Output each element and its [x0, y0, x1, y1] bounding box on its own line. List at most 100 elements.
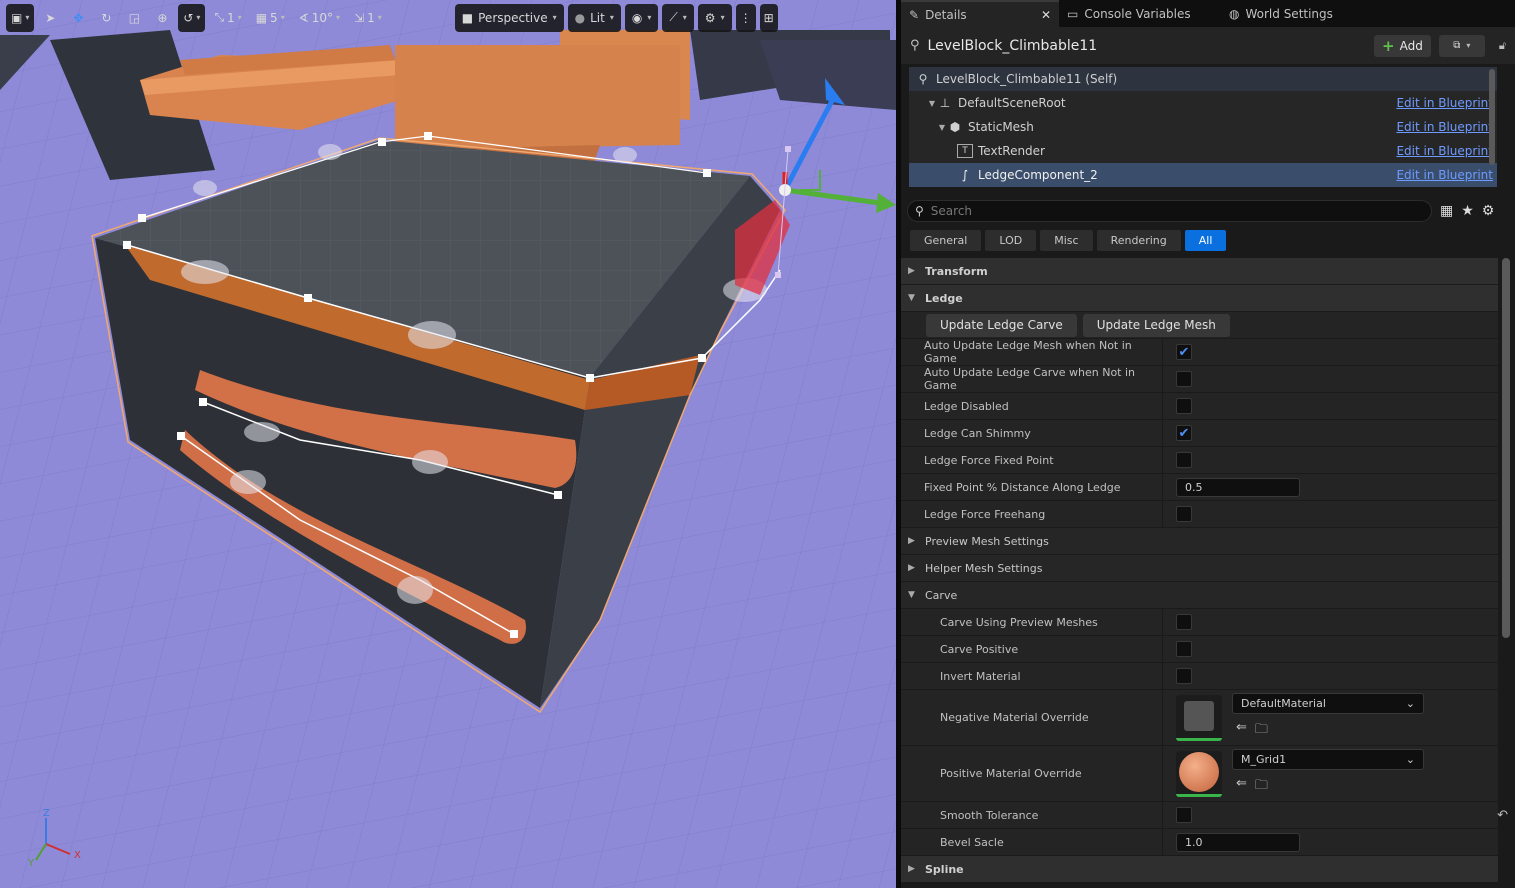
- negative-material-thumbnail[interactable]: [1176, 694, 1222, 741]
- edit-in-blueprint-link[interactable]: Edit in Blueprint: [1396, 168, 1493, 182]
- pencil-icon: ✎: [909, 7, 920, 22]
- lock-icon[interactable]: 🔓︎: [1499, 39, 1506, 53]
- expand-icon[interactable]: ▼: [937, 123, 947, 132]
- ledge-force-freehang-checkbox[interactable]: [1176, 506, 1192, 522]
- category-carve[interactable]: ▼ Carve: [901, 582, 1498, 609]
- surface-snap-button[interactable]: ↺ ▾: [178, 5, 205, 31]
- update-ledge-carve-button[interactable]: Update Ledge Carve: [926, 313, 1077, 337]
- details-scrollbar[interactable]: [1502, 258, 1510, 638]
- tree-row-ledgecomponent[interactable]: ∫ LedgeComponent_2 Edit in Blueprint: [909, 163, 1497, 187]
- selection-mode-button[interactable]: ▣ ▾: [6, 5, 34, 31]
- prop-label: Positive Material Override: [901, 746, 1163, 801]
- view-mode-dropdown[interactable]: ● Lit ▾: [567, 3, 621, 32]
- close-icon[interactable]: ✕: [1041, 8, 1051, 22]
- smooth-tolerance-checkbox[interactable]: [1176, 807, 1192, 823]
- tree-row-staticmesh[interactable]: ▼ ⬢ StaticMesh Edit in Blueprint: [909, 115, 1497, 139]
- category-transform[interactable]: ▶ Transform: [901, 258, 1498, 285]
- tree-row-self[interactable]: ⚲ LevelBlock_Climbable11 (Self): [909, 67, 1497, 91]
- auto-update-mesh-checkbox[interactable]: ✔: [1176, 344, 1192, 360]
- edit-in-blueprint-link[interactable]: Edit in Blueprint: [1396, 144, 1493, 158]
- eye-icon: ◉: [631, 10, 643, 25]
- tab-details[interactable]: ✎ Details ✕: [901, 0, 1059, 27]
- show-flags-dropdown[interactable]: ◉ ▾: [624, 3, 659, 32]
- category-preview-mesh-settings[interactable]: ▶ Preview Mesh Settings: [901, 528, 1498, 555]
- blueprint-options-button[interactable]: ⧉ ▾: [1438, 34, 1485, 57]
- viewport-scene[interactable]: [0, 0, 896, 888]
- settings-gear-icon[interactable]: ⚙: [1482, 203, 1495, 219]
- use-selected-icon[interactable]: ⇐: [1236, 776, 1247, 798]
- tab-console-variables[interactable]: ▭ Console Variables: [1059, 0, 1221, 27]
- axis-indicator: Z X Y: [27, 808, 81, 868]
- level-viewport[interactable]: ▣ ▾ ➤ ✥ ↻ ◲ ⊕ ↺ ▾ ⤡ 1 ▾ ▦ 5 ▾ ∢ 10° ▾ ⇲ 1 ▾ ■ Persp…: [0, 0, 896, 888]
- add-label: Add: [1399, 38, 1423, 53]
- category-ledge[interactable]: ▼ Ledge: [901, 285, 1498, 312]
- surface-snap-group[interactable]: ↺ ▾: [178, 3, 206, 32]
- ledge-force-fixed-point-checkbox[interactable]: [1176, 452, 1192, 468]
- category-spline[interactable]: ▶ Spline: [901, 856, 1498, 883]
- coordinate-space-button[interactable]: ⊕: [150, 5, 174, 31]
- select-mode-group[interactable]: ▣ ▾: [6, 3, 35, 32]
- prop-ledge-force-fixed-point: Ledge Force Fixed Point: [901, 447, 1498, 474]
- positive-material-combo[interactable]: M_Grid1 ⌄: [1232, 749, 1424, 770]
- chevron-down-icon: ⌄: [1405, 697, 1415, 710]
- scale-snap-icon: ⇲: [354, 10, 365, 25]
- browse-icon[interactable]: 🗀︎: [1255, 776, 1268, 798]
- favorites-star-icon[interactable]: ★: [1461, 203, 1474, 219]
- actor-icon: ⚲: [910, 38, 920, 53]
- use-selected-icon[interactable]: ⇐: [1236, 720, 1247, 742]
- ledge-can-shimmy-checkbox[interactable]: ✔: [1176, 425, 1192, 441]
- tree-row-defaultsceneroot[interactable]: ▼ ⊥ DefaultSceneRoot Edit in Blueprint: [909, 91, 1497, 115]
- negative-material-combo[interactable]: DefaultMaterial ⌄: [1232, 693, 1424, 714]
- select-tool-button[interactable]: ➤: [38, 5, 62, 31]
- ledge-buttons-row: Update Ledge Carve Update Ledge Mesh: [901, 312, 1498, 339]
- angle-icon: ∢: [298, 10, 309, 25]
- prop-ledge-can-shimmy: Ledge Can Shimmy ✔: [901, 420, 1498, 447]
- layout-button[interactable]: ⊞: [759, 3, 778, 32]
- chevron-right-icon: ▶: [908, 266, 915, 276]
- filter-all[interactable]: All: [1184, 230, 1227, 251]
- spline-icon: ∫: [961, 168, 969, 182]
- performance-dropdown[interactable]: ⟋ ▾: [662, 3, 694, 32]
- translate-snap-button[interactable]: ⤡ 1 ▾: [209, 5, 246, 31]
- tab-console-label: Console Variables: [1084, 6, 1191, 21]
- tree-row-textrender[interactable]: T TextRender Edit in Blueprint: [909, 139, 1497, 163]
- tab-world-settings[interactable]: ◍ World Settings: [1221, 0, 1341, 27]
- add-component-button[interactable]: + Add: [1374, 34, 1431, 57]
- perspective-dropdown[interactable]: ■ Perspective ▾: [454, 3, 564, 32]
- expand-icon[interactable]: ▼: [927, 99, 937, 108]
- search-input[interactable]: ⚲ Search: [907, 200, 1432, 222]
- filter-general[interactable]: General: [910, 230, 982, 251]
- filter-rendering[interactable]: Rendering: [1096, 230, 1181, 251]
- positive-material-thumbnail[interactable]: [1176, 750, 1222, 797]
- invert-material-checkbox[interactable]: [1176, 668, 1192, 684]
- grid-snap-button[interactable]: ▦ 5 ▾: [251, 5, 290, 31]
- tree-scrollbar[interactable]: [1489, 69, 1495, 165]
- rotate-tool-button[interactable]: ↻: [94, 5, 118, 31]
- chevron-down-icon: ▼: [908, 590, 915, 600]
- browse-icon[interactable]: 🗀︎: [1255, 720, 1268, 742]
- viewport-options-button[interactable]: ⋮: [735, 3, 756, 32]
- update-ledge-mesh-button[interactable]: Update Ledge Mesh: [1082, 313, 1230, 337]
- category-helper-mesh-settings[interactable]: ▶ Helper Mesh Settings: [901, 555, 1498, 582]
- filter-misc[interactable]: Misc: [1040, 230, 1093, 251]
- rotation-snap-button[interactable]: ∢ 10° ▾: [294, 5, 345, 31]
- scale-tool-button[interactable]: ◲: [122, 5, 146, 31]
- reset-to-default-icon[interactable]: ↶: [1497, 808, 1508, 823]
- settings-dropdown[interactable]: ⚙ ▾: [697, 3, 732, 32]
- category-label: Helper Mesh Settings: [925, 561, 1043, 575]
- carve-using-preview-checkbox[interactable]: [1176, 614, 1192, 630]
- translate-tool-button[interactable]: ✥: [66, 5, 90, 31]
- bevel-sacle-input[interactable]: 1.0: [1176, 832, 1300, 852]
- filter-lod[interactable]: LOD: [985, 230, 1037, 251]
- component-tree: ⚲ LevelBlock_Climbable11 (Self) ▼ ⊥ Default…: [909, 67, 1497, 187]
- auto-update-carve-checkbox[interactable]: [1176, 371, 1192, 387]
- scale-snap-button[interactable]: ⇲ 1 ▾: [349, 5, 387, 31]
- carve-positive-checkbox[interactable]: [1176, 641, 1192, 657]
- ledge-disabled-checkbox[interactable]: [1176, 398, 1192, 414]
- edit-in-blueprint-link[interactable]: Edit in Blueprint: [1396, 120, 1493, 134]
- grid-snap-value: 5: [270, 10, 278, 25]
- table-view-icon[interactable]: ▦: [1440, 203, 1453, 219]
- fixed-point-distance-input[interactable]: 0.5: [1176, 477, 1300, 497]
- translate-snap-icon: ⤡: [214, 10, 225, 24]
- edit-in-blueprint-link[interactable]: Edit in Blueprint: [1396, 96, 1493, 110]
